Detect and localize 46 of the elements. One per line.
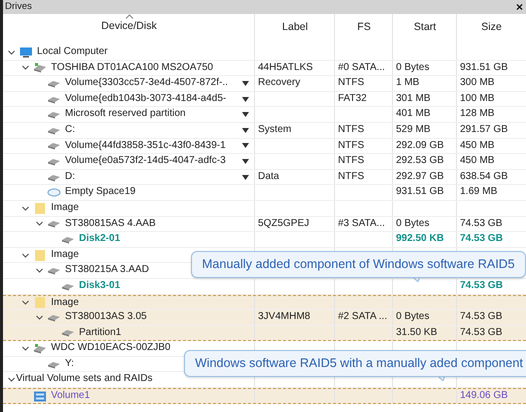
table-cell: 3JV4MHM8 (258, 311, 310, 322)
table-cell: 74.53 GB (460, 311, 502, 322)
table-cell: 992.50 KB (396, 233, 444, 244)
table-cell: FAT32 (338, 92, 367, 104)
panel-title: Drives (5, 0, 32, 14)
table-cell: NTFS (338, 170, 364, 182)
table-cell: 1.69 MB (460, 186, 498, 198)
table-cell: 292.09 GB (396, 140, 444, 151)
table-cell: #2 SATA ... (338, 311, 388, 322)
table-cell: 292.97 GB (396, 170, 444, 182)
table-cell: 149.06 GB (460, 390, 508, 402)
table-cell: 931.51 GB (396, 186, 444, 198)
table-cell: 291.57 GB (460, 124, 508, 135)
table-cell: #3 SATA... (338, 218, 385, 229)
table-cell: 301 MB (396, 92, 430, 104)
table-cell: 931.51 GB (460, 62, 508, 73)
table-cell: NTFS (338, 77, 364, 88)
table-cell: 74.53 GB (460, 218, 502, 229)
table-cell: 450 MB (460, 155, 494, 166)
table-cell: NTFS (338, 124, 364, 135)
table-cell: 529 MB (396, 124, 430, 135)
table-cell: System (258, 124, 292, 135)
table-cell: 128 MB (460, 108, 494, 120)
table-cell: #0 SATA... (338, 62, 385, 73)
table-cell: 5QZ5GPEJ (258, 218, 310, 229)
table-cell: 0 Bytes (396, 62, 430, 73)
table-cell: 0 Bytes (396, 218, 430, 229)
table-cell: 638.54 GB (460, 170, 508, 182)
table-cell: 74.53 GB (460, 326, 502, 338)
table-cell: 1 MB (396, 77, 420, 88)
table-cell: 300 MB (460, 77, 494, 88)
table-cell: 74.53 GB (460, 280, 503, 291)
table-cell: 100 MB (460, 92, 494, 104)
table-cell: NTFS (338, 140, 364, 151)
callout-tooltip: Windows software RAID5 with a manually aded component (184, 350, 526, 377)
table-cell: 292.53 GB (396, 155, 444, 166)
table-cell: 450 MB (460, 140, 494, 151)
callout-tooltip: Manually added component of Windows software RAID5 (191, 251, 526, 278)
table-cell: 44H5ATLKS (258, 62, 313, 73)
table-cell: Data (258, 170, 280, 182)
table-cell: Recovery (258, 77, 300, 88)
table-cell: 401 MB (396, 108, 430, 120)
table-cell: 0 Bytes (396, 311, 430, 322)
table-cell: 74.53 GB (460, 233, 503, 244)
table-cell: 31.50 KB (396, 326, 438, 338)
table-cell: NTFS (338, 155, 364, 166)
